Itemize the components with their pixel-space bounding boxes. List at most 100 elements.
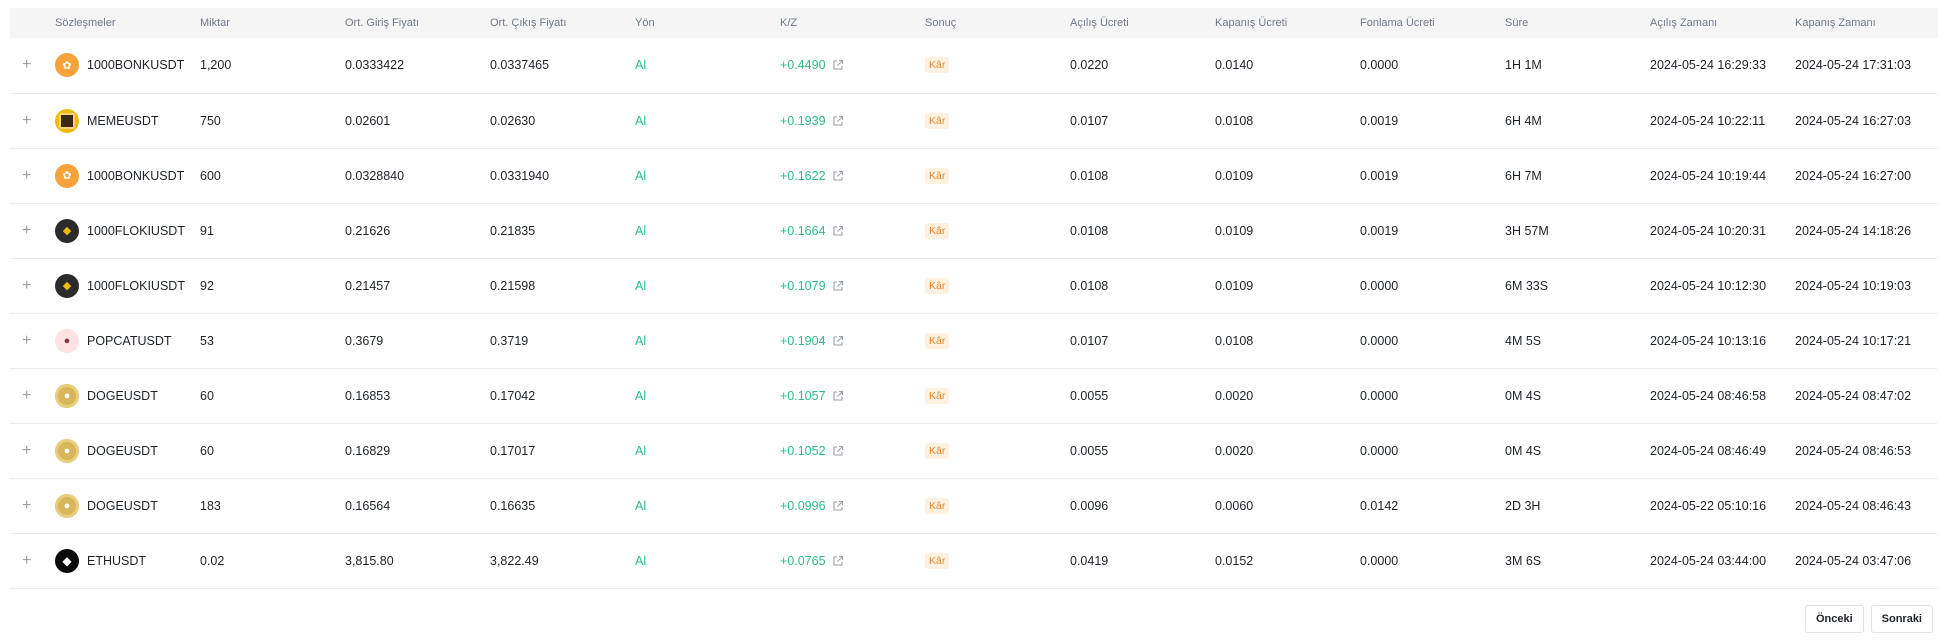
table-row: + ● DOGEUSDT 60 0.16853 0.17042 Al +0.1057 Kâr 0.… <box>10 368 1938 423</box>
open-fee-cell: 0.0055 <box>1070 443 1109 458</box>
contract-symbol: POPCATUSDT <box>87 333 172 348</box>
contract-cell: ◆ 1000FLOKIUSDT <box>55 273 200 298</box>
quantity-cell: 60 <box>200 388 214 403</box>
external-link-icon[interactable] <box>832 390 844 402</box>
contract-symbol: 1000BONKUSDT <box>87 58 185 73</box>
column-header-avg-entry-price: Ort. Giriş Fiyatı <box>345 17 419 29</box>
pnl-value: +0.1939 <box>780 113 826 128</box>
open-fee-cell: 0.0108 <box>1070 278 1109 293</box>
column-header-pnl: K/Z <box>780 17 798 29</box>
open-fee-cell: 0.0419 <box>1070 553 1109 568</box>
external-link-icon[interactable] <box>832 500 844 512</box>
pnl-value: +0.0996 <box>780 498 826 513</box>
external-link-icon[interactable] <box>832 335 844 347</box>
quantity-cell: 1,200 <box>200 58 232 73</box>
open-fee-cell: 0.0096 <box>1070 498 1109 513</box>
table-row: + ◆ 1000FLOKIUSDT 92 0.21457 0.21598 Al +0.1079… <box>10 258 1938 313</box>
previous-page-button[interactable]: Önceki <box>1804 605 1864 633</box>
external-link-icon[interactable] <box>832 59 844 71</box>
contract-cell: ◆ 1000FLOKIUSDT <box>55 218 200 243</box>
close-fee-cell: 0.0140 <box>1215 58 1254 73</box>
close-fee-cell: 0.0109 <box>1215 278 1254 293</box>
entry-price-cell: 0.02601 <box>345 113 391 128</box>
funding-fee-cell: 0.0019 <box>1360 168 1399 183</box>
column-header-result: Sonuç <box>925 17 957 29</box>
plus-icon[interactable]: + <box>10 222 31 239</box>
plus-icon[interactable]: + <box>10 56 31 73</box>
plus-icon[interactable]: + <box>10 112 31 129</box>
contract-symbol: MEMEUSDT <box>87 113 159 128</box>
table-row: + ● DOGEUSDT 60 0.16829 0.17017 Al +0.1052 Kâr 0.… <box>10 423 1938 478</box>
duration-cell: 2D 3H <box>1505 498 1541 513</box>
side-cell: Al <box>635 168 647 183</box>
column-header-funding-fee: Fonlama Ücreti <box>1360 17 1435 29</box>
close-fee-cell: 0.0152 <box>1215 553 1254 568</box>
column-header-contract: Sözleşmeler <box>55 17 116 29</box>
plus-icon[interactable]: + <box>10 332 31 349</box>
close-fee-cell: 0.0109 <box>1215 168 1254 183</box>
open-fee-cell: 0.0107 <box>1070 333 1109 348</box>
table-row: + ● POPCATUSDT 53 0.3679 0.3719 Al +0.1904 Kâr 0.… <box>10 313 1938 368</box>
close-fee-cell: 0.0020 <box>1215 443 1254 458</box>
quantity-cell: 60 <box>200 443 214 458</box>
quantity-cell: 53 <box>200 333 214 348</box>
table-row: + MEMEUSDT 750 0.02601 0.02630 Al +0.1939 Kâr 0.… <box>10 93 1938 148</box>
pnl-value: +0.1664 <box>780 223 826 238</box>
external-link-icon[interactable] <box>832 115 844 127</box>
close-time-cell: 2024-05-24 08:46:43 <box>1795 498 1912 513</box>
close-time-cell: 2024-05-24 10:17:21 <box>1795 333 1912 348</box>
external-link-icon[interactable] <box>832 280 844 292</box>
plus-icon[interactable]: + <box>10 277 31 294</box>
plus-icon[interactable]: + <box>10 167 31 184</box>
plus-icon[interactable]: + <box>10 442 31 459</box>
column-header-avg-exit-price: Ort. Çıkış Fiyatı <box>490 17 567 29</box>
doge-coin-icon: ● <box>55 438 79 463</box>
next-page-button[interactable]: Sonraki <box>1870 605 1933 633</box>
entry-price-cell: 0.16564 <box>345 498 391 513</box>
funding-fee-cell: 0.0000 <box>1360 388 1399 403</box>
close-time-cell: 2024-05-24 10:19:03 <box>1795 278 1912 293</box>
funding-fee-cell: 0.0142 <box>1360 498 1399 513</box>
contract-symbol: ETHUSDT <box>87 553 147 568</box>
plus-icon[interactable]: + <box>10 387 31 404</box>
column-header-open-fee: Açılış Ücreti <box>1070 17 1129 29</box>
plus-icon[interactable]: + <box>10 497 31 514</box>
pnl-cell: +0.1622 <box>780 169 844 183</box>
external-link-icon[interactable] <box>832 445 844 457</box>
bonk-coin-icon: ✿ <box>55 53 79 78</box>
pnl-value: +0.4490 <box>780 58 826 73</box>
funding-fee-cell: 0.0000 <box>1360 553 1399 568</box>
result-badge: Kâr <box>925 497 950 514</box>
column-header-open-time: Açılış Zamanı <box>1650 17 1718 29</box>
funding-fee-cell: 0.0019 <box>1360 223 1399 238</box>
table-row: + ✿ 1000BONKUSDT 600 0.0328840 0.0331940 Al +0.… <box>10 148 1938 203</box>
external-link-icon[interactable] <box>832 170 844 182</box>
close-time-cell: 2024-05-24 17:31:03 <box>1795 58 1912 73</box>
close-fee-cell: 0.0109 <box>1215 223 1254 238</box>
doge-coin-icon: ● <box>55 383 79 408</box>
close-fee-cell: 0.0060 <box>1215 498 1254 513</box>
external-link-icon[interactable] <box>832 225 844 237</box>
open-fee-cell: 0.0108 <box>1070 223 1109 238</box>
pnl-value: +0.0765 <box>780 553 826 568</box>
duration-cell: 0M 4S <box>1505 443 1542 458</box>
contract-symbol: 1000FLOKIUSDT <box>87 223 185 238</box>
quantity-cell: 183 <box>200 498 221 513</box>
open-time-cell: 2024-05-24 10:22:11 <box>1650 113 1766 128</box>
close-time-cell: 2024-05-24 08:47:02 <box>1795 388 1912 403</box>
side-cell: Al <box>635 58 647 73</box>
plus-icon[interactable]: + <box>10 552 31 569</box>
table-body: + ✿ 1000BONKUSDT 1,200 0.0333422 0.0337465 Al +… <box>10 38 1938 588</box>
contract-cell: ✿ 1000BONKUSDT <box>55 53 200 78</box>
side-cell: Al <box>635 388 647 403</box>
open-time-cell: 2024-05-24 10:20:31 <box>1650 223 1767 238</box>
positions-table: Sözleşmeler Miktar Ort. Giriş Fiyatı Ort. Ç… <box>10 8 1938 589</box>
pnl-cell: +0.4490 <box>780 58 844 72</box>
external-link-icon[interactable] <box>832 555 844 567</box>
result-badge: Kâr <box>925 112 950 129</box>
entry-price-cell: 0.0328840 <box>345 168 405 183</box>
column-header-close-time: Kapanış Zamanı <box>1795 17 1876 29</box>
quantity-cell: 750 <box>200 113 221 128</box>
pnl-value: +0.1057 <box>780 388 826 403</box>
table-row: + ◆ ETHUSDT 0.02 3,815.80 3,822.49 Al +0.0765 Kâ… <box>10 533 1938 588</box>
